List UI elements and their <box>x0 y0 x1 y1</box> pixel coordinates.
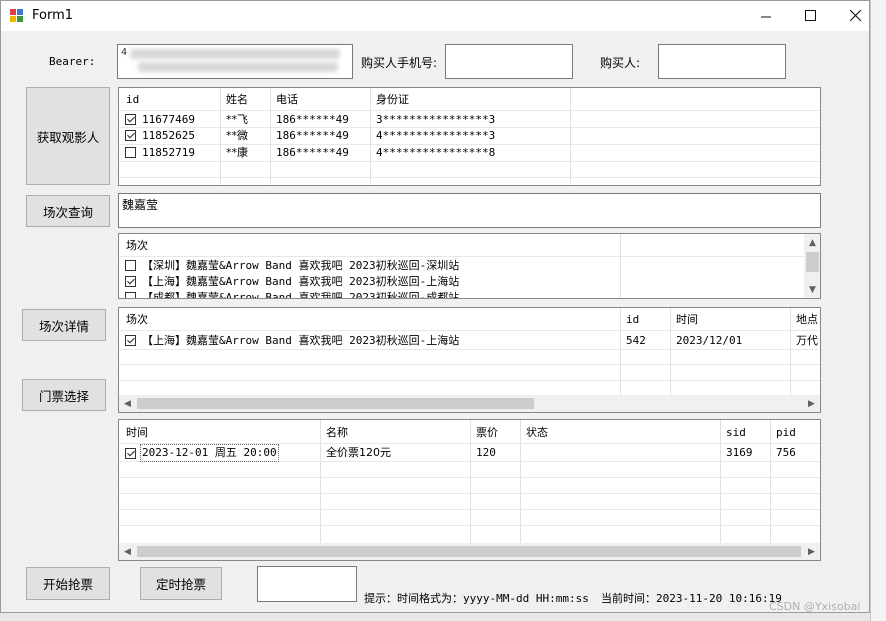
col-header-session[interactable]: 场次 <box>126 238 148 254</box>
session-query-button[interactable]: 场次查询 <box>26 195 110 227</box>
session-item[interactable]: 【成都】魏嘉莹&Arrow Band 喜欢我吧 2023初秋巡回-成都站 <box>142 290 459 298</box>
viewer-id: 11677469 <box>142 113 195 126</box>
scroll-left-arrow-icon[interactable]: ◀ <box>119 395 136 412</box>
viewer-id: 11852719 <box>142 146 195 159</box>
col-header-id[interactable]: id <box>626 312 639 328</box>
detail-grid: 场次 id 时间 地点 【上海】魏嘉莹&Arrow Band 喜欢我吧 2023… <box>118 307 821 413</box>
ticket-pid: 756 <box>776 446 796 459</box>
detail-place: 万代 <box>796 334 818 347</box>
viewer-id: 11852625 <box>142 129 195 142</box>
scroll-left-arrow-icon[interactable]: ◀ <box>119 543 136 560</box>
viewer-checkbox[interactable] <box>125 130 136 141</box>
viewer-idcard: 4****************3 <box>376 129 496 142</box>
viewer-phone: 186******49 <box>276 146 349 159</box>
col-header-id[interactable]: id <box>126 92 139 108</box>
detail-time: 2023/12/01 <box>676 334 743 347</box>
close-icon <box>850 10 862 22</box>
viewer-idcard: 4****************8 <box>376 146 496 159</box>
viewer-phone: 186******49 <box>276 129 349 142</box>
timer-input[interactable] <box>257 566 357 602</box>
viewers-grid: id 姓名 电话 身份证 11677469 **飞 186******49 3*… <box>118 87 821 186</box>
maximize-icon <box>805 10 816 21</box>
session-checkbox[interactable] <box>125 276 136 287</box>
viewer-name: **康 <box>226 146 248 159</box>
redacted-token <box>138 62 338 72</box>
redacted-token <box>130 49 340 59</box>
search-value: 魏嘉莹 <box>122 198 159 212</box>
scroll-thumb[interactable] <box>137 398 534 409</box>
minimize-icon <box>760 16 771 17</box>
maximize-button[interactable] <box>788 1 834 31</box>
buyer-phone-label: 购买人手机号: <box>361 56 438 70</box>
ticket-price: 120 <box>476 446 496 459</box>
col-header-name[interactable]: 名称 <box>326 425 348 441</box>
col-header-time[interactable]: 时间 <box>126 425 148 441</box>
ticket-time: 2023-12-01 周五 20:00 <box>140 444 279 462</box>
viewer-checkbox[interactable] <box>125 114 136 125</box>
format-hint: 提示：时间格式为：yyyy-MM-dd HH:mm:ss <box>364 592 589 605</box>
viewer-phone: 186******49 <box>276 113 349 126</box>
col-header-name[interactable]: 姓名 <box>226 92 248 108</box>
window-title: Form1 <box>32 8 74 23</box>
viewer-name: **微 <box>226 129 248 142</box>
scroll-right-arrow-icon[interactable]: ▶ <box>803 543 820 560</box>
col-header-price[interactable]: 票价 <box>476 425 498 441</box>
current-time: 当前时间：2023-11-20 10:16:19 <box>601 592 782 605</box>
bearer-value: 4 <box>121 47 128 58</box>
col-header-session[interactable]: 场次 <box>126 312 148 328</box>
col-header-idcard[interactable]: 身份证 <box>376 92 409 108</box>
app-icon <box>10 9 23 22</box>
bearer-input[interactable]: 4 <box>117 44 353 79</box>
buyer-phone-input[interactable] <box>445 44 573 79</box>
ticket-grid: 时间 名称 票价 状态 sid pid 2023-12-01 周五 20:00 … <box>118 419 821 561</box>
watermark: CSDN @Yxisobai <box>769 600 861 613</box>
detail-checkbox[interactable] <box>125 335 136 346</box>
background-window-edge <box>870 0 886 621</box>
ticket-name: 全价票120元 <box>326 446 391 459</box>
ticket-checkbox[interactable] <box>125 448 136 459</box>
session-checkbox[interactable] <box>125 260 136 271</box>
col-header-status[interactable]: 状态 <box>526 425 548 441</box>
detail-session: 【上海】魏嘉莹&Arrow Band 喜欢我吧 2023初秋巡回-上海站 <box>142 334 460 347</box>
col-header-sid[interactable]: sid <box>726 425 746 441</box>
main-window: Form1 Bearer: 4 购买人手机号: 购买人: 获取观影人 id 姓名… <box>0 0 870 613</box>
scroll-right-arrow-icon[interactable]: ▶ <box>803 395 820 412</box>
session-checkbox[interactable] <box>125 292 136 298</box>
buyer-label: 购买人: <box>600 56 641 70</box>
start-grab-button[interactable]: 开始抢票 <box>26 567 110 600</box>
col-header-place[interactable]: 地点 <box>796 312 818 328</box>
session-item[interactable]: 【深圳】魏嘉莹&Arrow Band 喜欢我吧 2023初秋巡回-深圳站 <box>142 258 459 274</box>
viewer-checkbox[interactable] <box>125 147 136 158</box>
timed-grab-button[interactable]: 定时抢票 <box>140 567 222 600</box>
bearer-label: Bearer: <box>49 55 96 68</box>
session-item[interactable]: 【上海】魏嘉莹&Arrow Band 喜欢我吧 2023初秋巡回-上海站 <box>142 274 459 290</box>
ticket-select-button[interactable]: 门票选择 <box>22 379 106 411</box>
col-header-pid[interactable]: pid <box>776 425 796 441</box>
get-viewers-button[interactable]: 获取观影人 <box>26 87 110 185</box>
col-header-time[interactable]: 时间 <box>676 312 698 328</box>
sessions-vscrollbar[interactable]: ▲ ▼ <box>804 234 820 298</box>
session-detail-button[interactable]: 场次详情 <box>22 309 106 341</box>
ticket-sid: 3169 <box>726 446 753 459</box>
detail-hscrollbar[interactable]: ◀ ▶ <box>119 395 820 412</box>
scroll-up-arrow-icon[interactable]: ▲ <box>804 234 820 251</box>
buyer-input[interactable] <box>658 44 786 79</box>
viewer-name: **飞 <box>226 113 248 126</box>
detail-id: 542 <box>626 334 646 347</box>
scroll-thumb[interactable] <box>137 546 801 557</box>
scroll-down-arrow-icon[interactable]: ▼ <box>804 281 820 298</box>
scroll-thumb[interactable] <box>806 252 819 272</box>
col-header-phone[interactable]: 电话 <box>276 92 298 108</box>
ticket-hscrollbar[interactable]: ◀ ▶ <box>119 543 820 560</box>
title-bar: Form1 <box>1 1 869 31</box>
sessions-list: 场次 【深圳】魏嘉莹&Arrow Band 喜欢我吧 2023初秋巡回-深圳站 … <box>118 233 821 299</box>
viewer-idcard: 3****************3 <box>376 113 496 126</box>
search-input[interactable]: 魏嘉莹 <box>118 193 821 228</box>
minimize-button[interactable] <box>743 1 789 31</box>
